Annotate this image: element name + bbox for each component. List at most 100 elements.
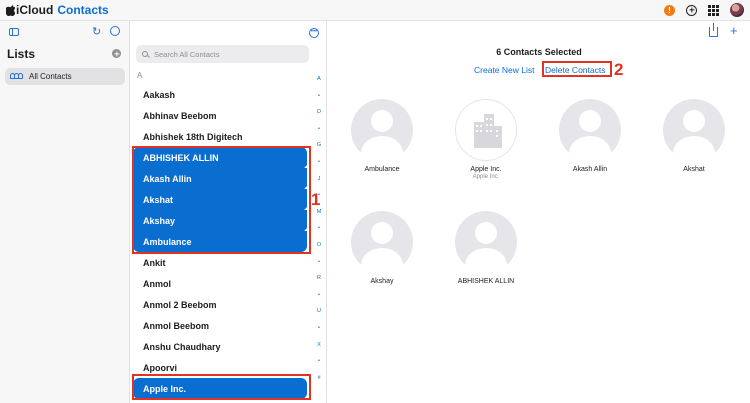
detail-pane: + 6 Contacts Selected Create New List De… [328, 21, 750, 403]
section-header: A [137, 71, 143, 80]
contact-name: Abhinav Beebom [143, 110, 217, 121]
contact-row[interactable]: Abhinav Beebom [133, 105, 307, 126]
contact-row[interactable]: Akshat [133, 189, 310, 213]
person-avatar-icon [559, 99, 621, 161]
sidebar-icon[interactable] [9, 28, 19, 36]
contact-name: Akash Allin [143, 173, 192, 184]
contact-card[interactable]: Akshay [342, 211, 422, 285]
index-letter[interactable]: U [314, 308, 324, 314]
sidebar-item-all-contacts[interactable]: All Contacts [5, 68, 125, 85]
index-letter[interactable]: • [314, 358, 324, 364]
refresh-icon[interactable]: ↻ [92, 25, 101, 38]
selection-title: 6 Contacts Selected [496, 47, 582, 57]
index-letter[interactable]: G [314, 142, 324, 148]
search-icon [142, 51, 148, 57]
index-letter[interactable]: • [314, 159, 324, 165]
add-list-icon[interactable] [112, 49, 121, 58]
contact-row[interactable]: Apple Inc. [133, 378, 307, 399]
contact-name: ABHISHEK ALLIN [143, 152, 219, 163]
sidebar-item-label: All Contacts [29, 72, 72, 81]
search-box[interactable] [136, 45, 309, 63]
contact-name: Anmol Beebom [143, 320, 210, 331]
contact-card-name: Apple Inc. [470, 166, 502, 173]
contact-name: Aakash [143, 89, 176, 100]
index-letter[interactable]: X [314, 342, 324, 348]
contact-row[interactable]: Anshu Chaudhary [133, 336, 307, 357]
contact-name: Apple Inc. [143, 383, 187, 394]
person-avatar-icon [455, 211, 517, 273]
index-letter[interactable]: • [314, 126, 324, 132]
contact-card[interactable]: Akshat [654, 99, 734, 173]
share-icon[interactable] [709, 23, 718, 37]
settings-icon[interactable] [110, 26, 120, 36]
person-avatar-icon [663, 99, 725, 161]
contact-card-name: Ambulance [364, 166, 400, 173]
contact-name: Anmol [143, 278, 171, 289]
index-letter[interactable]: # [314, 375, 324, 381]
top-bar: iCloud Contacts ! [0, 0, 750, 21]
index-letter[interactable]: J [314, 176, 324, 182]
annotation-step-1: 1 [311, 190, 321, 209]
ellipsis-circle-icon[interactable]: ••• [309, 28, 319, 38]
person-avatar-icon [351, 211, 413, 273]
contact-row[interactable]: Anmol [133, 273, 307, 294]
contact-row[interactable]: ABHISHEK ALLIN [133, 147, 310, 171]
app-brand[interactable]: iCloud Contacts [6, 3, 109, 17]
index-letter[interactable]: R [314, 275, 324, 281]
contact-card-name: ABHISHEK ALLIN [457, 278, 515, 285]
contact-card[interactable]: Apple Inc. Apple Inc. [446, 99, 526, 180]
brand-icloud: iCloud [16, 3, 54, 17]
contact-card[interactable]: Ambulance [342, 99, 422, 173]
contact-name: Anshu Chaudhary [143, 341, 221, 352]
contact-row[interactable]: Anmol Beebom [133, 315, 307, 336]
lists-heading: Lists [7, 47, 36, 61]
contact-card-name: Akshat [683, 166, 705, 173]
index-letter[interactable]: O [314, 242, 324, 248]
contact-card-name: Akash Allin [572, 166, 608, 173]
contact-name: Akshay [143, 215, 176, 226]
app-launcher-icon[interactable] [708, 4, 719, 16]
contact-name: Akshat [143, 194, 174, 205]
delete-contacts-link[interactable]: Delete Contacts [545, 65, 605, 75]
contact-row[interactable]: Anmol 2 Beebom [133, 294, 307, 315]
contact-card[interactable]: Akash Allin [550, 99, 630, 173]
sidebar: ↻ Lists All Contacts [0, 21, 130, 403]
contact-row[interactable]: Ambulance [133, 231, 307, 252]
contact-name: Abhishek 18th Digitech [143, 131, 243, 142]
index-letter[interactable]: D [314, 109, 324, 115]
contact-name: Anmol 2 Beebom [143, 299, 217, 310]
index-letter[interactable]: A [314, 76, 324, 82]
contact-card-name: Akshay [370, 278, 394, 285]
contact-name: Ankit [143, 257, 166, 268]
contact-card[interactable]: ABHISHEK ALLIN [446, 211, 526, 285]
alert-icon[interactable]: ! [664, 4, 675, 16]
company-avatar-icon [455, 99, 517, 161]
search-input[interactable] [154, 49, 304, 59]
index-letter[interactable]: • [314, 259, 324, 265]
contact-row[interactable]: Ankit [133, 252, 307, 273]
top-right-controls: ! [664, 3, 744, 17]
contact-row[interactable]: Akshay [133, 210, 310, 234]
people-icon [10, 73, 24, 80]
contact-row[interactable]: Akash Allin [133, 168, 310, 192]
person-avatar-icon [351, 99, 413, 161]
index-letter[interactable]: • [314, 292, 324, 298]
contact-name: Ambulance [143, 236, 192, 247]
index-letter[interactable]: • [314, 325, 324, 331]
index-letter[interactable]: • [314, 225, 324, 231]
create-new-list-link[interactable]: Create New List [474, 65, 534, 75]
add-circle-icon[interactable] [686, 4, 697, 16]
sidebar-toolbar: ↻ [0, 21, 129, 43]
brand-app-name: Contacts [57, 3, 109, 17]
index-letter[interactable]: • [314, 93, 324, 99]
plus-icon[interactable]: + [730, 24, 738, 37]
account-avatar[interactable] [730, 3, 744, 17]
contact-row[interactable]: Apoorvi [133, 357, 307, 378]
contact-list-pane: ••• A AakashAbhinav BeebomAbhishek 18th … [131, 21, 327, 403]
annotation-step-2: 2 [614, 60, 624, 79]
contact-row[interactable]: Aakash [133, 84, 307, 105]
contact-card-subtitle: Apple Inc. [472, 174, 500, 180]
contact-name: Apoorvi [143, 362, 178, 373]
contact-row[interactable]: Abhishek 18th Digitech [133, 126, 307, 147]
apple-logo-icon [6, 4, 15, 16]
